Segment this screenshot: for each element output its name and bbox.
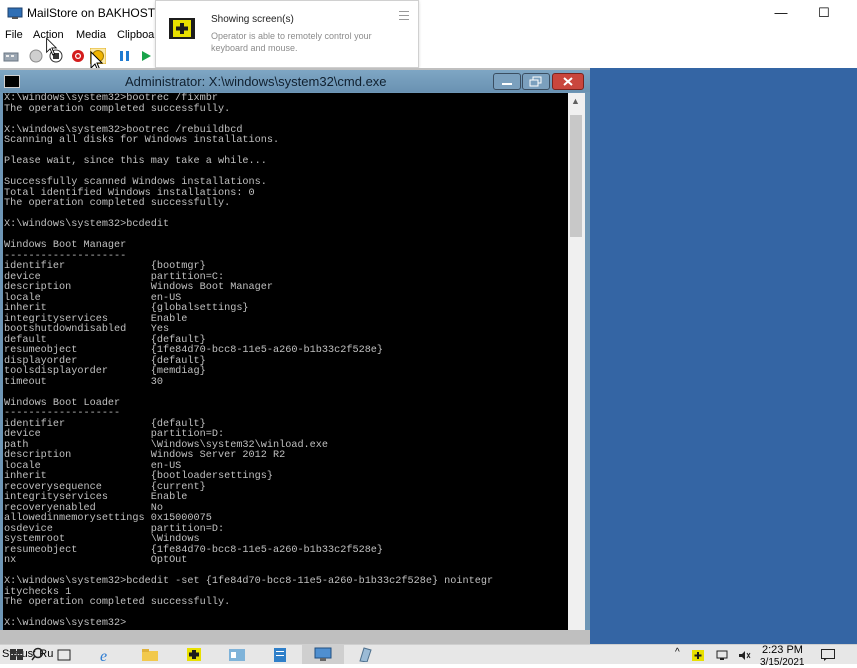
console-line: timeout 30 xyxy=(4,376,163,388)
search-icon[interactable] xyxy=(30,647,48,662)
console-line: toolsdisplayorder {memdiag} xyxy=(4,366,206,377)
cmd-icon xyxy=(4,75,20,88)
internet-explorer-icon[interactable]: e xyxy=(97,647,115,662)
console-line: ------------------- xyxy=(4,408,121,419)
remote-tool-icon[interactable] xyxy=(185,647,203,662)
minimize-button[interactable]: — xyxy=(770,4,792,22)
vm-connection-icon xyxy=(7,7,23,19)
console-line: inherit {globalsettings} xyxy=(4,303,249,314)
taskbar-active-app[interactable] xyxy=(302,645,344,664)
console-line: description Windows Server 2012 R2 xyxy=(4,450,286,461)
start-windows-icon[interactable] xyxy=(8,647,26,662)
console-line: device partition=D: xyxy=(4,429,225,440)
storage-icon[interactable] xyxy=(271,647,289,662)
shutdown-icon[interactable] xyxy=(70,48,86,64)
console-line: bootshutdowndisabled Yes xyxy=(4,324,170,335)
menu-file[interactable]: File xyxy=(5,29,23,41)
scroll-thumb[interactable] xyxy=(570,115,582,237)
hyper-v-connection-icon xyxy=(314,647,332,661)
toast-title: Showing screen(s) xyxy=(211,14,294,25)
console-line: integrityservices Enable xyxy=(4,492,188,503)
cmd-console[interactable]: X:\windows\system32>bootrec /fixmbr The o… xyxy=(3,93,568,630)
mouse-cursor-icon xyxy=(46,37,58,56)
ctrl-alt-del-icon[interactable] xyxy=(3,48,19,64)
cmd-titlebar[interactable]: Administrator: X:\windows\system32\cmd.e… xyxy=(0,70,590,92)
server-manager-icon[interactable] xyxy=(228,647,246,662)
console-line: X:\windows\system32>bootrec /fixmbr xyxy=(4,93,218,104)
console-line: systemroot \Windows xyxy=(4,534,200,545)
notification-center-icon[interactable] xyxy=(821,649,835,661)
console-line: resumeobject {1fe84d70-bcc8-11e5-a260-b1… xyxy=(4,345,384,356)
menu-bar: File Action Media Clipboa xyxy=(0,28,857,44)
cmd-scrollbar[interactable]: ▲ xyxy=(568,93,585,630)
console-line: The operation completed successfully. xyxy=(4,597,231,608)
scroll-up-arrow-icon[interactable]: ▲ xyxy=(571,96,580,106)
console-line: description Windows Boot Manager xyxy=(4,282,273,293)
note-app-icon[interactable] xyxy=(356,647,374,662)
vm-toolbar xyxy=(0,45,857,72)
start-icon[interactable] xyxy=(28,48,44,64)
cmd-title: Administrator: X:\windows\system32\cmd.e… xyxy=(125,74,387,89)
cmd-restore-button[interactable] xyxy=(522,73,550,90)
console-line: X:\windows\system32> xyxy=(4,618,127,629)
maximize-button[interactable]: ☐ xyxy=(813,4,835,22)
console-line: allowedinmemorysettings 0x15000075 xyxy=(4,513,212,524)
network-icon[interactable] xyxy=(716,650,728,661)
remote-tray-icon[interactable] xyxy=(692,650,704,661)
console-line: The operation completed successfully. xyxy=(4,198,231,209)
console-line: Windows Boot Manager xyxy=(4,240,127,251)
cmd-window: Administrator: X:\windows\system32\cmd.e… xyxy=(0,70,590,630)
task-view-icon[interactable] xyxy=(55,647,73,662)
cmd-close-button[interactable] xyxy=(552,73,584,90)
console-line: The operation completed successfully. xyxy=(4,103,231,115)
svg-text:e: e xyxy=(100,648,107,662)
vm-window-titlebar: MailStore on BAKHOST1 - V — ☐ xyxy=(0,0,857,28)
console-line: X:\windows\system32>bcdedit xyxy=(4,219,170,230)
remote-control-icon xyxy=(169,18,195,39)
toast-body: Operator is able to remotely control you… xyxy=(211,31,372,53)
console-line: Successfully scanned Windows installatio… xyxy=(4,177,267,188)
console-line: nx OptOut xyxy=(4,555,188,566)
file-explorer-icon[interactable] xyxy=(141,647,159,662)
resume-icon[interactable] xyxy=(138,48,154,64)
console-output: X:\windows\system32>bootrec /fixmbr The o… xyxy=(4,93,494,630)
clock-time[interactable]: 2:23 PM xyxy=(762,644,803,656)
menu-clipboard[interactable]: Clipboa xyxy=(117,29,154,41)
toast-menu-icon[interactable] xyxy=(399,11,409,20)
console-line: inherit {bootloadersettings} xyxy=(4,471,273,482)
taskbar: Status: Ru e ^ 2:23 PM 3/15/2021 xyxy=(0,644,857,668)
notification-toast[interactable]: Showing screen(s) Operator is able to re… xyxy=(155,0,419,68)
cmd-minimize-button[interactable] xyxy=(493,73,521,90)
volume-muted-icon[interactable] xyxy=(738,650,751,661)
console-line: Scanning all disks for Windows installat… xyxy=(4,135,280,146)
menu-media[interactable]: Media xyxy=(76,29,106,41)
console-line: X:\windows\system32>bcdedit -set {1fe84d… xyxy=(4,576,494,587)
console-line: identifier {bootmgr} xyxy=(4,261,206,272)
tray-overflow-icon[interactable]: ^ xyxy=(675,647,680,658)
pause-icon[interactable] xyxy=(117,48,133,64)
console-line: Please wait, since this may take a while… xyxy=(4,156,267,167)
